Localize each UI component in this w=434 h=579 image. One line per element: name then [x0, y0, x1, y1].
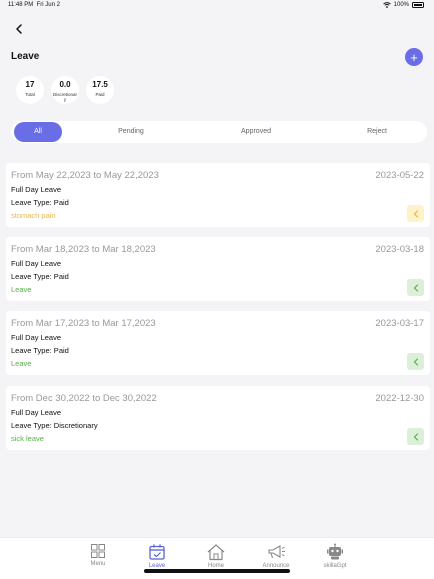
stat-paid: 17.5 Paid	[86, 76, 114, 104]
leave-date: 2023-03-18	[375, 244, 424, 255]
details-button[interactable]	[407, 279, 424, 296]
nav-label: skillaGpt	[323, 563, 347, 569]
stat-value: 0.0	[59, 80, 71, 89]
details-button[interactable]	[407, 353, 424, 370]
home-indicator	[144, 569, 290, 573]
status-bar: 11:48 PM Fri Jun 2 100%	[0, 0, 434, 12]
chevron-left-icon	[413, 283, 418, 292]
leave-date: 2023-03-17	[375, 318, 424, 329]
nav-menu[interactable]: Menu	[78, 543, 118, 567]
stat-discretionary: 0.0 Discretionary	[51, 76, 79, 104]
leave-kind: Full Day Leave	[11, 408, 62, 417]
megaphone-icon	[268, 545, 285, 559]
leave-card[interactable]: From Mar 18,2023 to Mar 18,2023 2023-03-…	[6, 237, 430, 301]
nav-label: Menu	[90, 561, 106, 567]
leave-reason: Leave	[11, 359, 32, 368]
add-leave-button[interactable]: +	[405, 48, 423, 66]
leave-date-range: From Mar 18,2023 to Mar 18,2023	[11, 244, 156, 255]
chevron-left-icon	[413, 209, 418, 218]
leave-card[interactable]: From Mar 17,2023 to Mar 17,2023 2023-03-…	[6, 311, 430, 375]
chevron-left-icon	[413, 432, 418, 441]
wifi-icon	[382, 2, 391, 8]
stat-value: 17	[25, 80, 35, 89]
leave-card[interactable]: From Dec 30,2022 to Dec 30,2022 2022-12-…	[6, 386, 430, 450]
leave-kind: Full Day Leave	[11, 259, 62, 268]
leave-type: Leave Type: Paid	[11, 272, 69, 281]
leave-reason: stomach pain	[11, 211, 56, 220]
battery-percent: 100%	[393, 2, 409, 8]
tab-pending[interactable]: Pending	[96, 122, 166, 142]
leave-date-range: From May 22,2023 to May 22,2023	[11, 170, 159, 181]
tab-reject[interactable]: Reject	[344, 122, 410, 142]
stat-label: Discretionary	[53, 92, 78, 102]
robot-icon	[327, 543, 343, 560]
leave-type: Leave Type: Discretionary	[11, 421, 98, 430]
battery-icon	[412, 2, 424, 8]
details-button[interactable]	[407, 428, 424, 445]
stat-total: 17 Total	[16, 76, 44, 104]
tab-approved[interactable]: Approved	[219, 122, 293, 142]
status-indicators: 100%	[382, 2, 424, 8]
home-icon	[207, 544, 225, 561]
leave-reason: sick leave	[11, 434, 44, 443]
nav-skillagpt[interactable]: skillaGpt	[315, 543, 355, 569]
stat-label: Total	[25, 92, 35, 97]
leave-type: Leave Type: Paid	[11, 198, 69, 207]
stat-label: Paid	[95, 92, 105, 97]
nav-home[interactable]: Home	[196, 543, 236, 569]
page-title: Leave	[11, 51, 40, 62]
leave-reason: Leave	[11, 285, 32, 294]
chevron-left-icon	[413, 357, 418, 366]
leave-type: Leave Type: Paid	[11, 346, 69, 355]
back-button[interactable]	[11, 21, 27, 37]
status-time: 11:48 PM Fri Jun 2	[8, 2, 60, 8]
details-button[interactable]	[407, 205, 424, 222]
leave-date-range: From Dec 30,2022 to Dec 30,2022	[11, 393, 157, 404]
nav-announce[interactable]: Announce	[256, 543, 296, 569]
leave-kind: Full Day Leave	[11, 333, 62, 342]
tab-all[interactable]: All	[14, 122, 62, 142]
nav-leave[interactable]: Leave	[137, 543, 177, 569]
grid-icon	[91, 544, 105, 558]
chevron-left-icon	[16, 24, 22, 34]
leave-date: 2022-12-30	[375, 393, 424, 404]
calendar-icon	[149, 544, 165, 560]
leave-date-range: From Mar 17,2023 to Mar 17,2023	[11, 318, 156, 329]
plus-icon: +	[410, 49, 418, 65]
filter-tabs: All Pending Approved Reject	[11, 121, 427, 143]
leave-kind: Full Day Leave	[11, 185, 62, 194]
leave-date: 2023-05-22	[375, 170, 424, 181]
leave-card[interactable]: From May 22,2023 to May 22,2023 2023-05-…	[6, 163, 430, 227]
stat-value: 17.5	[92, 80, 108, 89]
